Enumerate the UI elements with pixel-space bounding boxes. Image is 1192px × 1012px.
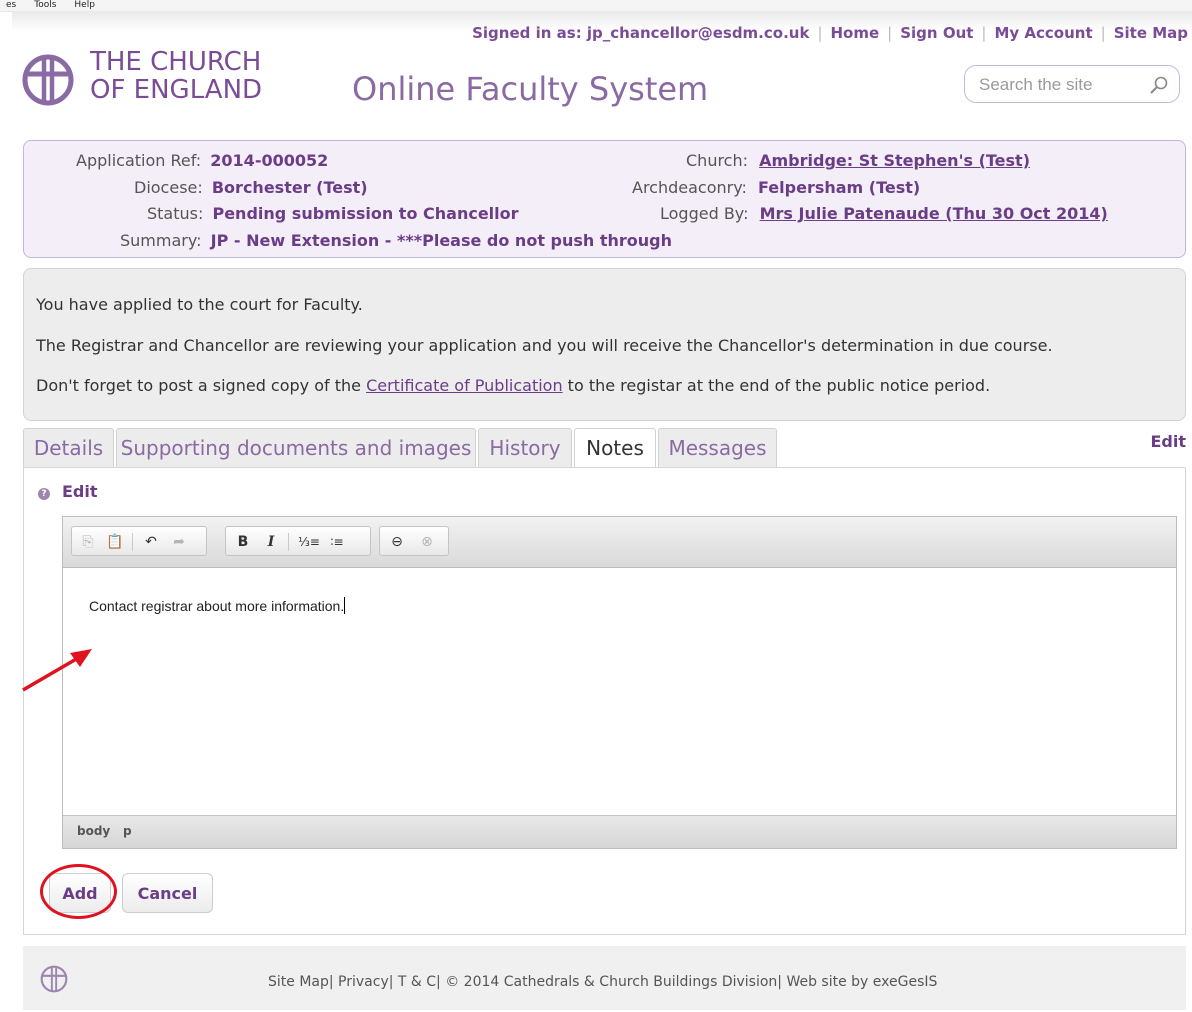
- menu-item-es[interactable]: es: [6, 0, 16, 10]
- unlink-icon[interactable]: ⊗: [416, 531, 438, 553]
- diocese-label: Diocese:: [134, 178, 203, 197]
- divider: |: [887, 24, 893, 42]
- application-ref-value: 2014-000052: [210, 151, 329, 170]
- menu-item-tools[interactable]: Tools: [34, 0, 56, 10]
- notice-line-3: Don't forget to post a signed copy of th…: [36, 376, 990, 395]
- status-value: Pending submission to Chancellor: [212, 204, 519, 223]
- red-annotation-arrow-icon: [22, 649, 92, 692]
- footer-logo-icon: [40, 965, 68, 993]
- clipboard-group: ⎘ 📋 ↶ ➦: [71, 526, 207, 556]
- footer-links[interactable]: Site Map| Privacy| T & C| © 2014 Cathedr…: [268, 974, 937, 990]
- numbered-list-icon[interactable]: ⅓≡: [298, 531, 320, 553]
- paste-icon[interactable]: 📋: [104, 531, 126, 553]
- text-caret: [344, 597, 346, 614]
- logged-by-label: Logged By:: [660, 204, 749, 223]
- search-input[interactable]: [977, 74, 1141, 96]
- top-links: Signed in as: jp_chancellor@esdm.co.uk | H…: [472, 24, 1188, 42]
- summary-label: Summary:: [120, 231, 202, 250]
- church-of-england-logo[interactable]: THE CHURCH OF ENGLAND: [20, 48, 300, 110]
- edit-heading-text: Edit: [62, 482, 98, 501]
- rich-text-editor: ⎘ 📋 ↶ ➦ B I ⅓≡ ∶≡ ⊖ ⊗ Contact registrar …: [62, 516, 1177, 849]
- help-icon[interactable]: ?: [38, 488, 50, 500]
- church-label: Church:: [686, 151, 749, 170]
- italic-icon[interactable]: I: [260, 531, 282, 553]
- edit-heading: ? Edit: [38, 482, 98, 501]
- notice-line-3-text: Don't forget to post a signed copy of th…: [36, 376, 367, 395]
- notice-line-3-text-end: to the registar at the end of the public…: [562, 376, 991, 395]
- tab-details[interactable]: Details: [23, 428, 114, 467]
- logged-by-link[interactable]: Mrs Julie Patenaude (Thu 30 Oct 2014): [760, 204, 1108, 223]
- church-link[interactable]: Ambridge: St Stephen's (Test): [759, 151, 1030, 170]
- diocese-value: Borchester (Test): [211, 178, 368, 197]
- bulleted-list-icon[interactable]: ∶≡: [326, 531, 348, 553]
- element-path-bar: body p: [63, 815, 1176, 848]
- summary-value: JP - New Extension - ***Please do not pu…: [210, 231, 673, 250]
- red-annotation-circle: [40, 864, 117, 919]
- certificate-of-publication-link[interactable]: Certificate of Publication: [366, 376, 563, 395]
- tab-history[interactable]: History: [478, 428, 572, 467]
- notice-line-2: The Registrar and Chancellor are reviewi…: [36, 336, 1053, 355]
- divider: [288, 533, 289, 551]
- footer: Site Map| Privacy| T & C| © 2014 Cathedr…: [23, 946, 1186, 1010]
- application-summary: Application Ref: 2014-000052 Diocese: Bo…: [23, 140, 1186, 258]
- sign-out-link[interactable]: Sign Out: [900, 24, 973, 42]
- redo-icon[interactable]: ➦: [168, 531, 190, 553]
- link-group: ⊖ ⊗: [379, 526, 449, 556]
- bold-icon[interactable]: B: [232, 531, 254, 553]
- divider: [132, 533, 133, 551]
- app-title: Online Faculty System: [352, 70, 709, 108]
- link-icon[interactable]: ⊖: [386, 531, 408, 553]
- notice-line-1: You have applied to the court for Facult…: [36, 295, 363, 314]
- tab-edit-link[interactable]: Edit: [1150, 432, 1186, 451]
- editor-toolbar: ⎘ 📋 ↶ ➦ B I ⅓≡ ∶≡ ⊖ ⊗: [63, 517, 1176, 568]
- search-icon[interactable]: [1149, 75, 1169, 95]
- status-label: Status:: [147, 204, 204, 223]
- status-notice: You have applied to the court for Facult…: [23, 268, 1186, 421]
- logo-line-1: THE CHURCH: [90, 47, 262, 77]
- path-item-body[interactable]: body: [77, 824, 110, 838]
- cancel-button[interactable]: Cancel: [122, 873, 213, 913]
- tab-notes[interactable]: Notes: [574, 428, 656, 469]
- path-item-p[interactable]: p: [123, 824, 132, 838]
- divider: |: [817, 24, 823, 42]
- tab-messages[interactable]: Messages: [658, 428, 777, 467]
- logo-line-2: OF ENGLAND: [90, 75, 263, 105]
- copy-icon[interactable]: ⎘: [77, 531, 99, 553]
- format-group: B I ⅓≡ ∶≡: [225, 526, 371, 556]
- logo-text: THE CHURCH OF ENGLAND: [90, 48, 262, 104]
- divider: |: [981, 24, 987, 42]
- site-map-link[interactable]: Site Map: [1114, 24, 1188, 42]
- application-ref-label: Application Ref:: [76, 151, 202, 170]
- home-link[interactable]: Home: [831, 24, 880, 42]
- archdeaconry-value: Felpersham (Test): [758, 178, 921, 197]
- signed-in-text: Signed in as: jp_chancellor@esdm.co.uk: [472, 24, 810, 42]
- tab-supporting-documents[interactable]: Supporting documents and images: [116, 428, 476, 467]
- my-account-link[interactable]: My Account: [994, 24, 1092, 42]
- cross-circle-logo-icon: [22, 54, 74, 106]
- site-search: [964, 65, 1180, 103]
- menu-item-help[interactable]: Help: [74, 0, 95, 10]
- undo-icon[interactable]: ↶: [140, 531, 162, 553]
- editor-content[interactable]: Contact registrar about more information…: [89, 597, 346, 614]
- note-text: Contact registrar about more information…: [89, 598, 345, 614]
- divider: |: [1100, 24, 1106, 42]
- archdeaconry-label: Archdeaconry:: [632, 178, 747, 197]
